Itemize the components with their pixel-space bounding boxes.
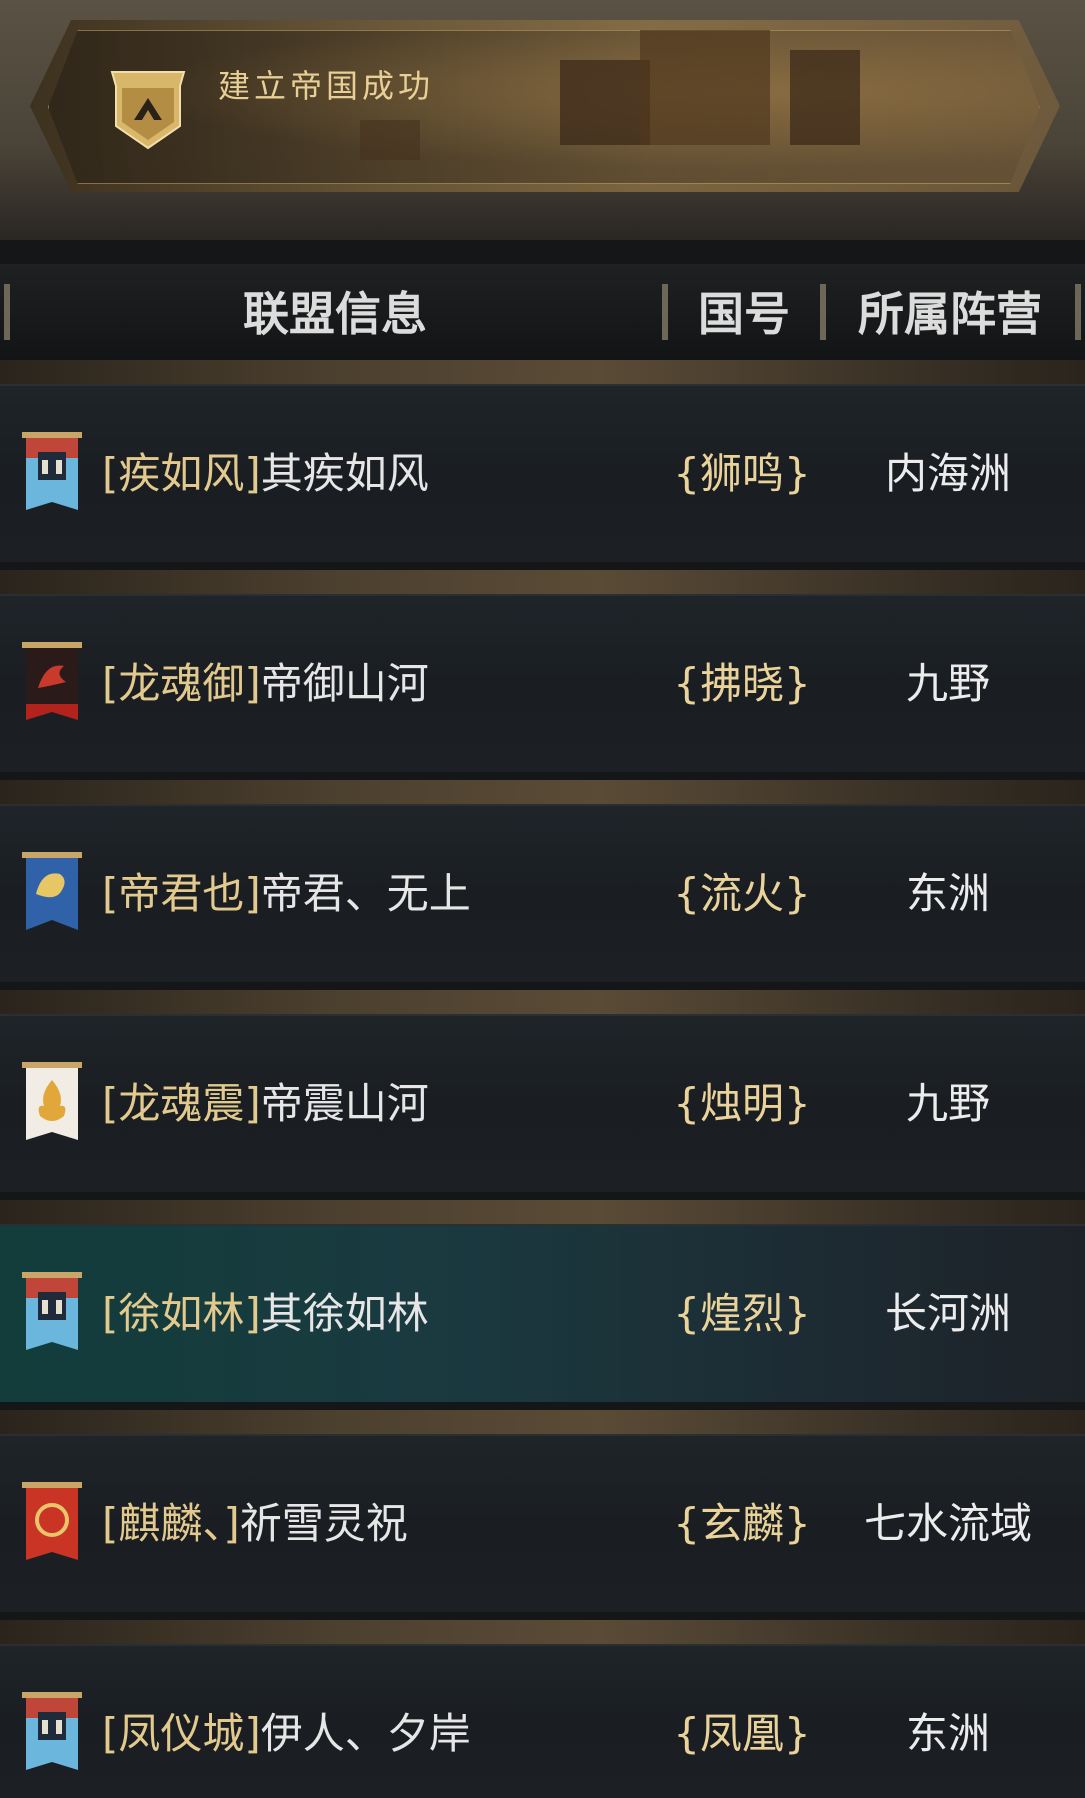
emblem-icon [110,71,186,150]
nation-name: {流火} [673,869,811,918]
table-row-selected[interactable]: [徐如林]其徐如林 {煌烈} 长河洲 [0,1224,1085,1402]
table-row[interactable]: [疾如风]其疾如风 {狮鸣} 内海洲 [0,384,1085,562]
header-divider [820,284,826,340]
alliance-tag: [疾如风] [102,449,261,498]
faction-name: 长河洲 [884,1289,1011,1338]
table-header: 联盟信息 国号 所属阵营 [0,264,1085,366]
city-silhouette [360,120,420,160]
nation-name: {凤凰} [673,1709,811,1758]
banner-area: 建立帝国成功 [0,0,1085,240]
alliance-tag: [徐如林] [102,1289,261,1338]
header-divider [662,284,668,340]
griffin-flag-icon [22,852,82,930]
header-nation-name: 国号 [698,287,790,341]
header-divider [1075,284,1081,340]
alliance-title: 帝君、无上 [260,869,471,918]
tower-flag-icon [22,1692,82,1770]
tower-flag-icon [22,432,82,510]
alliance-name: [帝君也]帝君、无上 [102,864,471,924]
dragon-flag-icon [22,642,82,720]
alliance-tag: [龙魂震] [102,1079,261,1128]
alliance-tag: [帝君也] [102,869,261,918]
faction-name: 东洲 [905,869,990,918]
alliance-title: 帝震山河 [260,1079,429,1128]
alliance-name: [徐如林]其徐如林 [102,1284,429,1344]
alliance-title: 其疾如风 [260,449,429,498]
wreath-flag-icon [22,1482,82,1560]
banner-frame [48,30,1040,184]
nation-name: {狮鸣} [673,449,811,498]
faction-name: 九野 [905,659,990,708]
alliance-title: 帝御山河 [260,659,429,708]
alliance-title: 其徐如林 [260,1289,429,1338]
alliance-name: [龙魂御]帝御山河 [102,654,429,714]
header-faction: 所属阵营 [858,287,1042,341]
table-row[interactable]: [龙魂震]帝震山河 {烛明} 九野 [0,1014,1085,1192]
table-row[interactable]: [麒麟、]祈雪灵祝 {玄麟} 七水流域 [0,1434,1085,1612]
alliance-tag: [麒麟、] [102,1499,240,1548]
faction-name: 七水流域 [863,1499,1032,1548]
flame-flag-icon [22,1062,82,1140]
alliance-title: 祈雪灵祝 [239,1499,408,1548]
header-alliance-info: 联盟信息 [243,287,427,341]
alliance-name: [疾如风]其疾如风 [102,444,429,504]
city-silhouette [790,50,860,145]
alliance-tag: [凤仪城] [102,1709,261,1758]
alliance-name: [龙魂震]帝震山河 [102,1074,429,1134]
city-silhouette [640,30,770,145]
alliance-name: [麒麟、]祈雪灵祝 [102,1494,408,1554]
tower-flag-icon [22,1272,82,1350]
city-silhouette [560,60,650,145]
faction-name: 九野 [905,1079,990,1128]
alliance-title: 伊人、夕岸 [260,1709,471,1758]
table-row[interactable]: [龙魂御]帝御山河 {拂晓} 九野 [0,594,1085,772]
nation-name: {烛明} [673,1079,811,1128]
faction-name: 内海洲 [884,449,1011,498]
banner-title: 建立帝国成功 [218,67,435,105]
table-row[interactable]: [帝君也]帝君、无上 {流火} 东洲 [0,804,1085,982]
faction-name: 东洲 [905,1709,990,1758]
alliance-name: [凤仪城]伊人、夕岸 [102,1704,471,1764]
nation-name: {拂晓} [673,659,811,708]
nation-name: {玄麟} [673,1499,811,1548]
table-row[interactable]: [凤仪城]伊人、夕岸 {凤凰} 东洲 [0,1644,1085,1798]
alliance-tag: [龙魂御] [102,659,261,708]
nation-name: {煌烈} [673,1289,811,1338]
